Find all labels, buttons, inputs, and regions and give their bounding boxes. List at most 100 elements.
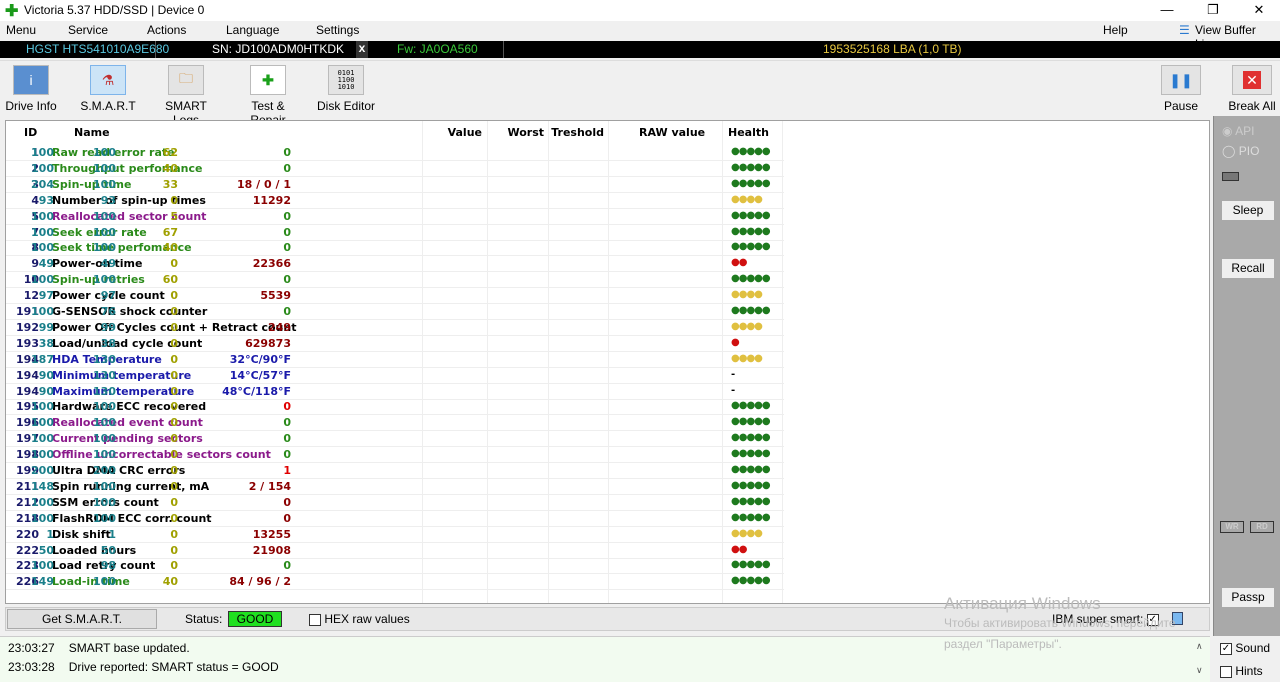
log-message: Drive reported: SMART status = GOOD [68, 660, 279, 674]
table-row[interactable]: 1 Raw read error rate 100 100 62 0 ●●●●● [6, 145, 784, 161]
cell-thr: 33 [162, 177, 178, 191]
table-row[interactable]: 194 Minimum temperature 90 130 0 14°C/57°F - [6, 368, 784, 384]
sound-checkbox[interactable]: ✓ Sound [1220, 641, 1270, 655]
smart-button[interactable]: ⚗ S.M.A.R.T [80, 65, 136, 113]
sleep-button[interactable]: Sleep [1222, 201, 1274, 220]
header-worst[interactable]: Worst [507, 126, 544, 139]
table-row[interactable]: 195 Hardware ECC recovered 100 100 0 0 ●●●●● [6, 399, 784, 416]
pio-radio[interactable]: ◯ PIO [1222, 144, 1259, 158]
pause-icon: ❚❚ [1161, 65, 1201, 95]
scroll-down-icon[interactable]: ∨ [1196, 665, 1203, 676]
health-indicator: ●●●●● [731, 400, 771, 412]
table-row[interactable]: 193 Load/unload cycle count 38 38 0 629873 ● [6, 336, 784, 352]
cell-val: 99 [38, 320, 54, 334]
table-row[interactable]: 2 Throughput perfomance 100 100 40 0 ●●●●● [6, 161, 784, 177]
cell-wst: 100 [93, 495, 116, 509]
cell-name: Reallocated sector count [52, 209, 207, 223]
disk-editor-button[interactable]: 0101 1100 1010 Disk Editor [316, 65, 376, 113]
table-row[interactable]: 226 Load-in time 149 100 40 84 / 96 / 2 ●●●●● [6, 574, 784, 591]
drive-info-button[interactable]: i Drive Info [4, 65, 58, 113]
smart-logs-button[interactable]: 🗀SMART Logs [152, 65, 220, 127]
table-row[interactable]: 194 HDA Temperature 187 130 0 32°C/90°F ●●●● [6, 352, 784, 368]
disk-editor-label: Disk Editor [316, 99, 375, 113]
health-indicator: ●●●●● [731, 559, 771, 571]
cell-thr: 0 [170, 527, 178, 541]
cell-val: 148 [31, 479, 54, 493]
menu-settings[interactable]: Settings [316, 23, 359, 37]
log-time: 23:03:27 [8, 641, 55, 655]
table-row[interactable]: 220 Disk shift 1 1 0 13255 ●●●● [6, 527, 784, 543]
hints-checkbox[interactable]: Hints [1220, 664, 1263, 678]
drive-close-button[interactable]: x [356, 41, 368, 58]
table-row[interactable]: 10 Spin-up retries 100 100 60 0 ●●●●● [6, 272, 784, 289]
cell-val: 187 [31, 352, 54, 366]
cell-raw: 32°C/90°F [229, 352, 291, 366]
header-threshold[interactable]: Treshold [551, 126, 604, 139]
recall-button[interactable]: Recall [1222, 259, 1274, 278]
hex-raw-checkbox[interactable]: HEX raw values [309, 612, 410, 626]
menu-service[interactable]: Service [68, 23, 108, 37]
table-row[interactable]: 8 Seek time perfomance 100 100 40 0 ●●●●● [6, 240, 784, 257]
break-all-button[interactable]: ✕ Break All [1228, 65, 1276, 113]
header-health[interactable]: Health [728, 126, 769, 139]
table-row[interactable]: 222 Loaded hours 50 50 0 21908 ●● [6, 543, 784, 559]
minimize-button[interactable]: — [1152, 2, 1182, 17]
scroll-up-icon[interactable]: ∧ [1196, 641, 1203, 652]
header-name[interactable]: Name [74, 126, 110, 139]
cell-thr: 0 [170, 289, 178, 303]
table-row[interactable]: 223 Load retry count 100 98 0 0 ●●●●● [6, 558, 784, 575]
passp-button[interactable]: Passp [1222, 588, 1274, 607]
table-row[interactable]: 199 Ultra DMA CRC errors 200 200 0 1 ●●●●● [6, 463, 784, 479]
break-all-label: Break All [1228, 99, 1276, 113]
cell-name: Spin-up time [52, 177, 132, 191]
menu-help[interactable]: Help [1103, 23, 1128, 37]
cell-wst: 100 [93, 146, 116, 159]
cell-wst: 99 [100, 320, 116, 334]
test-repair-button[interactable]: ✚Test & Repair [232, 65, 304, 127]
menu-actions[interactable]: Actions [147, 23, 186, 37]
list-icon: ☰ [1179, 23, 1190, 37]
cell-raw: 0 [283, 448, 291, 462]
table-row[interactable]: 7 Seek error rate 100 100 67 0 ●●●●● [6, 225, 784, 241]
table-row[interactable]: 196 Reallocated event count 100 100 0 0 ●●●●● [6, 415, 784, 432]
hints-label: Hints [1235, 664, 1263, 678]
close-button[interactable]: ✕ [1244, 2, 1274, 18]
cell-name: Loaded hours [52, 543, 137, 557]
api-radio[interactable]: ◉ API [1222, 124, 1255, 138]
pause-button[interactable]: ❚❚ Pause [1160, 65, 1202, 113]
table-row[interactable]: 198 Offline uncorrectable sectors count 10… [6, 447, 784, 464]
table-row[interactable]: 192 Power Off Cycles count + Retract coun… [6, 320, 784, 336]
status-label: Status: [185, 612, 223, 626]
restore-button[interactable]: ❐ [1198, 2, 1228, 18]
get-smart-button[interactable]: Get S.M.A.R.T. [7, 609, 157, 629]
menu-menu[interactable]: Menu [6, 23, 36, 37]
health-indicator: ●●●●● [731, 575, 771, 587]
table-row[interactable]: 191 G-SENSOR shock counter 100 76 0 0 ●●●●● [6, 304, 784, 320]
table-row[interactable]: 211 Spin running current, mA 148 100 0 2 / 15… [6, 479, 784, 495]
header-raw[interactable]: RAW value [639, 126, 705, 139]
cell-val: 38 [38, 336, 54, 350]
cell-name: Current pending sectors [52, 432, 203, 446]
cell-wst: 98 [100, 559, 116, 573]
table-row[interactable]: 5 Reallocated sector count 100 100 5 0 ●●●●● [6, 209, 784, 225]
log-time: 23:03:28 [8, 660, 55, 674]
app-logo-icon: ✚ [5, 3, 19, 20]
table-row[interactable]: 194 Maximum temperature 90 130 0 48°C/118°F - [6, 384, 784, 400]
cell-wst: 38 [100, 336, 116, 350]
binary-icon: 0101 1100 1010 [328, 65, 364, 95]
table-row[interactable]: 9 Power-on time 49 49 0 22366 ●● [6, 256, 784, 273]
cell-thr: 0 [170, 432, 178, 446]
cell-val: 204 [31, 177, 54, 191]
menu-language[interactable]: Language [226, 23, 279, 37]
table-row[interactable]: 4 Number of spin-up times 93 93 0 11292 ●●●● [6, 193, 784, 209]
cell-thr: 62 [162, 146, 178, 159]
header-id[interactable]: ID [24, 126, 37, 139]
table-row[interactable]: 3 Spin-up time 204 100 33 18 / 0 / 1 ●●●●● [6, 177, 784, 193]
table-row[interactable]: 12 Power cycle count 97 97 0 5539 ●●●● [6, 288, 784, 305]
toolbar: i Drive Info ⚗ S.M.A.R.T 🗀SMART Logs ✚Test… [0, 60, 1280, 127]
table-row[interactable]: 212 SSM errors count 100 100 0 0 ●●●●● [6, 495, 784, 511]
table-row[interactable]: 197 Current pending sectors 100 100 0 0 ●●●●● [6, 431, 784, 448]
health-indicator: ●●●●● [731, 161, 771, 173]
table-row[interactable]: 218 FlashROM ECC corr. count 100 100 0 0 ●●●●● [6, 511, 784, 527]
header-value[interactable]: Value [448, 126, 482, 139]
